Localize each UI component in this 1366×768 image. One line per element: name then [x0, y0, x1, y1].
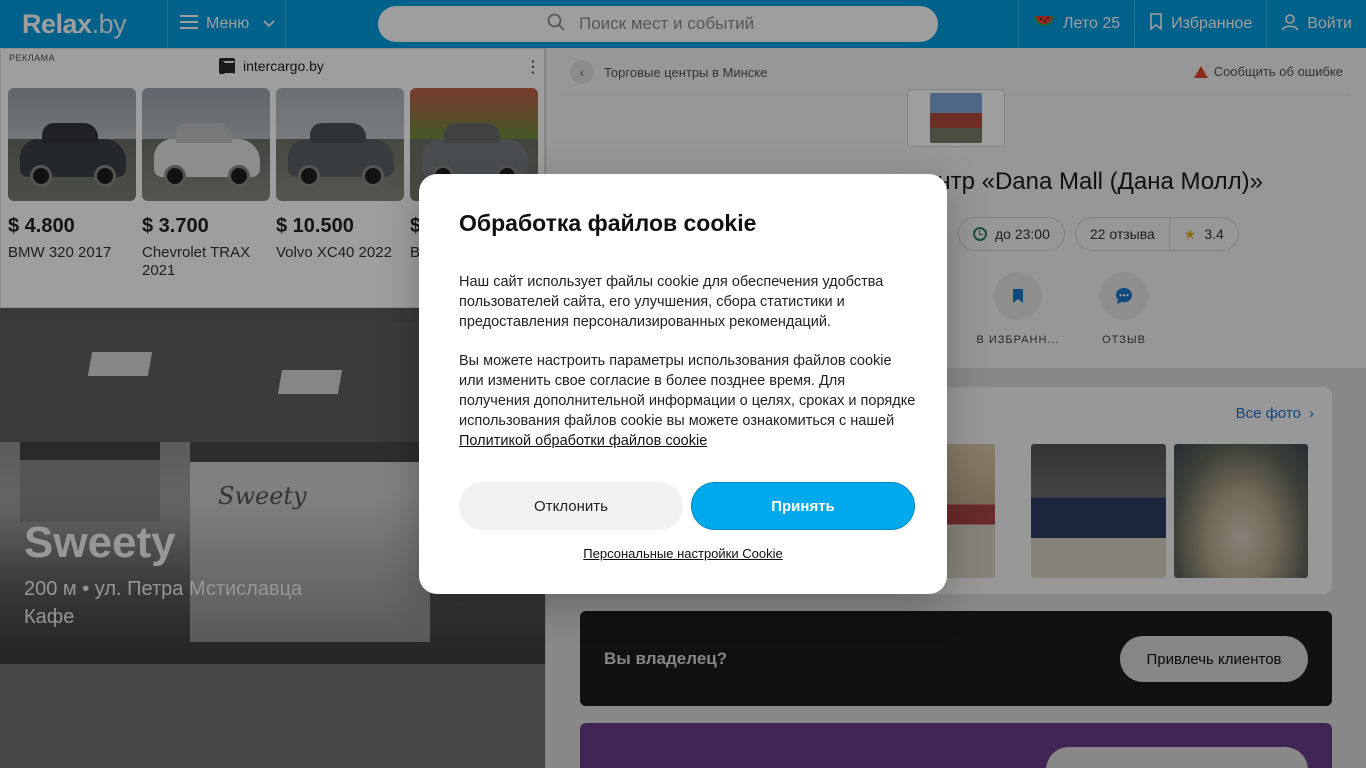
decline-button[interactable]: Отклонить — [459, 482, 683, 530]
cookie-dialog: Обработка файлов cookie Наш сайт использ… — [419, 174, 947, 594]
cookie-title: Обработка файлов cookie — [459, 210, 757, 236]
cookie-settings-link[interactable]: Персональные настройки Cookie — [419, 546, 947, 561]
accept-button[interactable]: Принять — [691, 482, 915, 530]
cookie-text-more: Вы можете настроить параметры использова… — [459, 351, 919, 451]
cookie-text-body: Вы можете настроить параметры использова… — [459, 353, 916, 429]
cookie-policy-link[interactable]: Политикой обработки файлов cookie — [459, 433, 707, 449]
cookie-text: Наш сайт использует файлы cookie для обе… — [459, 274, 884, 330]
